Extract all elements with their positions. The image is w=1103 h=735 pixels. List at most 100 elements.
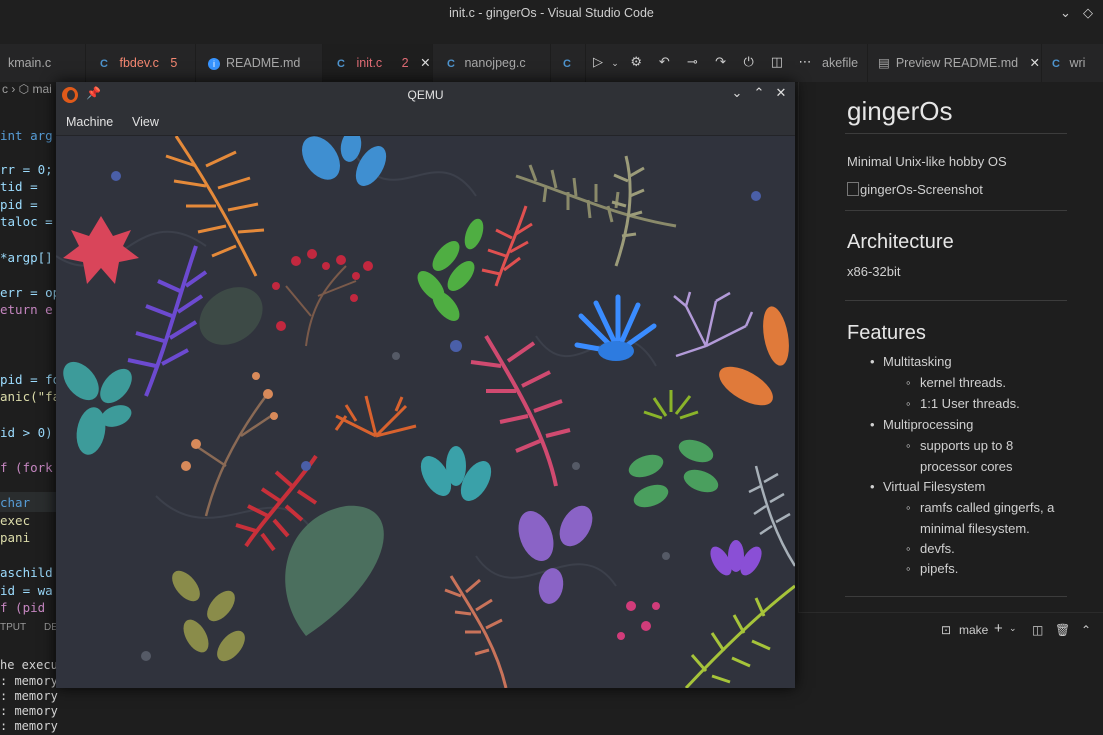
diamond-icon[interactable]: ◇ [1083,6,1093,21]
go-forward-icon[interactable]: ↷ [709,44,733,82]
feature-subitem: pipefs. [906,559,1070,580]
feature-subitem: 1:1 User threads. [906,394,1070,415]
feature-subitem: devfs. [906,539,1070,560]
feature-subitem: supports up to 8 processor cores [906,436,1030,477]
go-back-icon[interactable]: ↶ [652,44,676,82]
tab-hidden-c[interactable]: C [551,44,586,82]
split-editor-icon[interactable]: ◫ [765,44,789,82]
code-line: id = wa [0,583,53,598]
tab-label: init.c [356,56,383,70]
tab-label: kmain.c [8,56,52,70]
vscode-titlebar: init.c - gingerOs - Visual Studio Code ⌄… [0,0,1103,44]
power-icon[interactable]: ⏻ [737,44,761,82]
broken-image-icon [847,182,859,196]
qemu-menubar: Machine View [56,109,795,136]
tab-preview-readme[interactable]: ▤ Preview README.md ✕ [868,44,1042,82]
code-editor[interactable]: c › ⬡ mai int arg rr = 0; tid = pid = ta… [0,82,60,622]
tab-nanojpeg[interactable]: C nanojpeg.c [433,44,551,82]
editor-tab-bar: kmain.c C fbdev.c 5 i README.md C init.c … [0,44,1103,83]
plus-icon[interactable]: + [994,620,1003,637]
code-line: tid = [0,179,38,194]
heading-features: Features [847,322,926,344]
run-debug-icon[interactable]: ▷ [586,44,610,82]
c-file-icon: C [447,58,455,70]
code-line: f (pid [0,600,46,615]
maximize-icon[interactable]: ⌃ [750,86,768,101]
split-terminal-icon[interactable]: ◫ [1032,623,1043,637]
code-line: pid = [0,197,38,212]
heading-architecture: Architecture [847,231,954,253]
code-line: pani [0,530,31,545]
preview-subtitle: Minimal Unix-like hobby OS [847,154,1007,169]
gear-icon[interactable]: ⚙ [624,44,648,82]
tab-label: fbdev.c [119,56,159,70]
code-line: anic("fa [0,389,60,404]
chevron-down-icon[interactable]: ⌄ [610,45,620,83]
c-file-icon: C [563,58,571,70]
feature-item: Multitasking [870,352,952,373]
menu-view[interactable]: View [132,115,159,129]
qemu-titlebar[interactable]: 📌 QEMU ⌄ ⌃ ✕ [56,82,795,109]
minimize-icon[interactable]: ⌄ [728,86,746,101]
breadcrumb[interactable]: c › ⬡ mai [0,82,52,102]
tab-kmain[interactable]: kmain.c [0,44,86,82]
divider [845,210,1067,211]
code-line: taloc = [0,214,53,229]
code-line: id > 0) [0,425,53,440]
architecture-value: x86-32bit [847,264,901,279]
chevron-down-icon[interactable]: ⌄ [1009,623,1017,634]
commit-icon[interactable]: ⊸ [680,44,704,82]
code-line: f (fork [0,460,53,475]
tab-init[interactable]: C init.c 2 ✕ [323,44,433,82]
close-icon[interactable]: ✕ [772,86,790,101]
terminal-icon: ⊡ [941,623,952,637]
tab-wri[interactable]: C wri [1042,44,1103,82]
code-line: pid = fo [0,372,60,387]
divider [845,596,1067,597]
preview-icon: ▤ [878,56,890,70]
terminal-line: : memory [0,719,58,733]
c-file-icon: C [100,58,108,70]
error-count-badge: 5 [170,56,178,70]
code-line: char [0,495,31,510]
terminal-task-label[interactable]: make [959,623,988,637]
trash-icon[interactable]: 🗑 [1055,623,1070,637]
qemu-display[interactable] [56,136,795,688]
tab-readme[interactable]: i README.md [196,44,323,82]
botanical-wallpaper [56,136,795,688]
terminal-line: : memory [0,674,58,688]
feature-subitem: kernel threads. [906,373,1070,394]
feature-item: Virtual Filesystem [870,477,985,498]
image-alt-text: gingerOs-Screenshot [860,182,983,197]
tab-output[interactable]: TPUT [0,622,30,633]
close-icon[interactable]: ✕ [420,56,430,70]
markdown-preview[interactable]: gingerOs Minimal Unix-like hobby OS ging… [798,82,1103,612]
error-count-badge: 2 [401,56,409,70]
code-line: eturn e [0,302,53,317]
code-line: rr = 0; [0,162,53,177]
chevron-up-icon[interactable]: ⌃ [1081,623,1091,637]
close-icon[interactable]: ✕ [1030,56,1040,70]
code-line: exec [0,513,31,528]
window-title: init.c - gingerOs - Visual Studio Code [449,6,654,20]
tab-fbdev[interactable]: C fbdev.c 5 [86,44,196,82]
code-line: *argp[] [0,250,53,265]
terminal-toolbar: ⊡ make + ⌄ ◫ 🗑 ⌃ [798,612,1103,647]
qemu-title: QEMU [407,88,444,102]
preview-title: gingerOs [847,96,953,126]
code-line: int arg [0,128,53,143]
qemu-window[interactable]: 📌 QEMU ⌄ ⌃ ✕ Machine View [56,82,795,688]
tab-label: nanojpeg.c [464,56,526,70]
terminal-text: memory [14,689,58,703]
info-icon: i [208,57,220,70]
tab-label: akefile [822,56,859,70]
feature-subitem: ramfs called gingerfs, a minimal filesys… [906,498,1070,539]
chevron-down-icon[interactable]: ⌄ [1060,6,1071,21]
more-actions-icon[interactable]: ⋯ [793,44,817,82]
divider [845,300,1067,301]
feature-item: Multiprocessing [870,415,973,436]
menu-machine[interactable]: Machine [66,115,113,129]
tab-label: wri [1069,56,1086,70]
terminal-text: memory [14,719,58,733]
c-file-icon: C [1052,58,1060,70]
